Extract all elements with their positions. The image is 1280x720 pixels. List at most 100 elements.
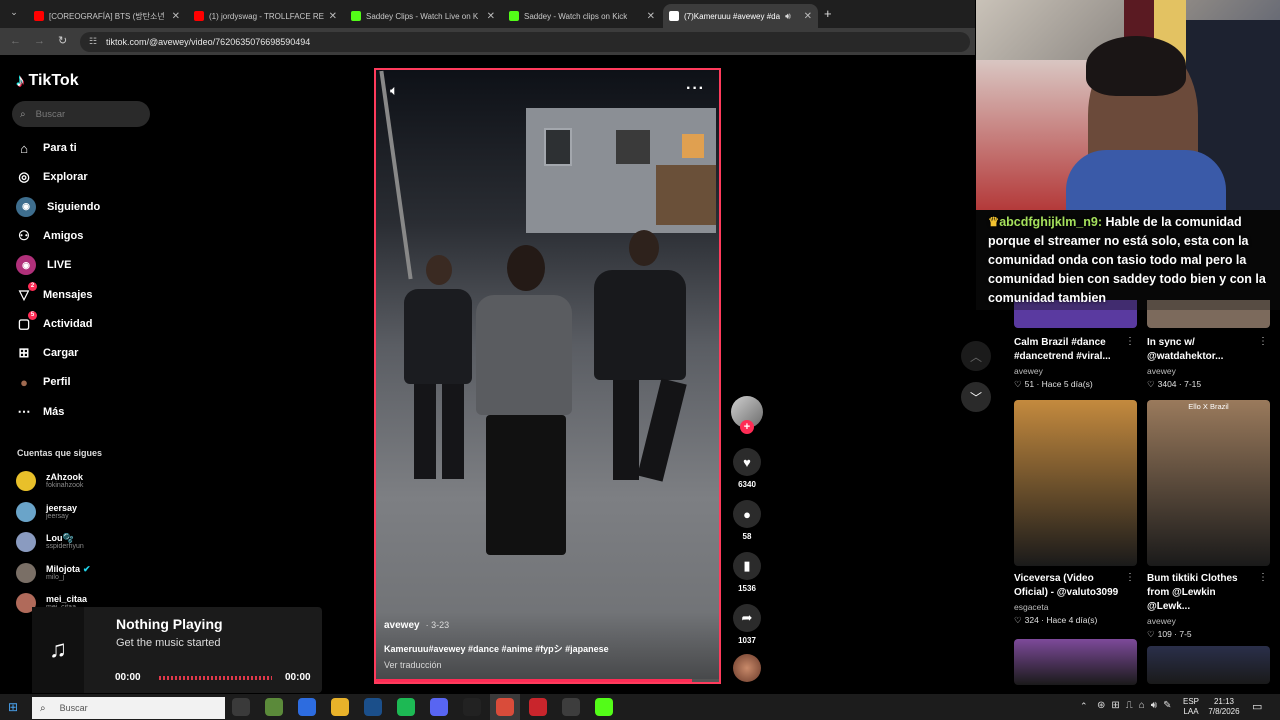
language-indicator[interactable]: ESP LAA xyxy=(1183,697,1199,717)
previous-video-button[interactable]: ︿ xyxy=(961,341,991,371)
account-name-text: mei_citaa xyxy=(46,594,88,604)
tab-audio-icon[interactable]: 🔊︎ xyxy=(785,11,791,22)
reload-icon[interactable]: ↻ xyxy=(58,34,67,47)
recommended-video[interactable]: Calm Brazil #dance #dancetrend #viral...… xyxy=(1014,330,1137,390)
video-thumbnail[interactable] xyxy=(1147,646,1270,684)
follow-plus-icon[interactable]: + xyxy=(740,420,754,434)
close-icon[interactable]: ✕ xyxy=(804,11,812,22)
like-button[interactable]: ♥ 6340 xyxy=(731,448,763,489)
video-title[interactable]: Viceversa (Video Oficial) - @valuto3099 xyxy=(1014,572,1124,600)
close-icon[interactable]: ✕ xyxy=(329,11,337,22)
chrome-active-icon[interactable] xyxy=(496,698,514,716)
video-author[interactable]: avewey xyxy=(1147,616,1270,626)
recorder-icon[interactable] xyxy=(529,698,547,716)
taskbar-search[interactable]: ⌕ Buscar xyxy=(32,697,225,719)
video-thumbnail[interactable] xyxy=(1014,400,1137,566)
video-player[interactable]: 🔈︎ ··· avewey · 3-23 Kameruuu#avewey #da… xyxy=(374,68,721,684)
recommended-video[interactable]: In sync w/ @watdahektor... ⋮ avewey ♡ 3404 ·… xyxy=(1147,330,1270,390)
files-icon[interactable] xyxy=(265,698,283,716)
video-title[interactable]: Bum tiktiki Clothes from @Lewkin @Lewk..… xyxy=(1147,572,1257,614)
close-icon[interactable]: ✕ xyxy=(647,11,655,22)
steam-icon[interactable] xyxy=(364,698,382,716)
spotify-icon[interactable] xyxy=(397,698,415,716)
chrome-icon[interactable] xyxy=(331,698,349,716)
video-author[interactable]: avewey xyxy=(384,620,420,631)
clock[interactable]: 21:13 7/8/2026 xyxy=(1205,697,1243,717)
recommended-video[interactable]: Viceversa (Video Oficial) - @valuto3099 ⋮… xyxy=(1014,400,1137,626)
nav-item-para-ti[interactable]: ⌂ Para ti xyxy=(16,137,77,159)
account-name-text: zAhzook xyxy=(46,472,83,482)
nav-item-actividad[interactable]: ▢ 5 Actividad xyxy=(16,310,93,335)
close-icon[interactable]: ✕ xyxy=(487,11,495,22)
following-account[interactable]: jeersay jeersay xyxy=(16,499,77,525)
site-info-icon[interactable]: ☷ xyxy=(89,36,97,47)
notifications-icon[interactable]: ▭ xyxy=(1252,700,1262,713)
following-account[interactable]: Milojota ✔ milo_j xyxy=(16,560,91,586)
windows-start-icon[interactable]: ⊞ xyxy=(8,700,18,714)
author-avatar-button[interactable]: + xyxy=(731,396,763,434)
comment-button[interactable]: ● 58 xyxy=(731,500,763,541)
progress-track[interactable] xyxy=(376,679,719,682)
nav-item-cargar[interactable]: ⊞ Cargar xyxy=(16,342,79,364)
recommended-video[interactable] xyxy=(1014,639,1137,685)
more-options-icon[interactable]: ··· xyxy=(686,80,705,98)
more-options-icon[interactable]: ⋮ xyxy=(1258,336,1268,347)
video-title[interactable]: In sync w/ @watdahektor... xyxy=(1147,336,1257,364)
music-progress-bar[interactable] xyxy=(159,676,272,680)
music-note-icon: ♫ xyxy=(32,607,84,693)
obs-icon[interactable] xyxy=(562,698,580,716)
video-caption[interactable]: Kameruuu#avewey #dance #anime #fypシ #jap… xyxy=(384,642,609,655)
music-title: Nothing Playing xyxy=(116,616,223,632)
back-icon[interactable]: ← xyxy=(10,35,21,47)
browser-tab[interactable]: Saddey - Watch clips on Kick ✕ xyxy=(503,4,661,28)
video-author[interactable]: avewey xyxy=(1147,366,1270,376)
tray-icons[interactable]: ⊛⊞⎍⌂🔊︎✎ xyxy=(1097,700,1177,711)
recommended-video[interactable] xyxy=(1147,646,1270,684)
tab-search-icon[interactable]: ⌄ xyxy=(6,7,22,21)
browser-tab[interactable]: [COREOGRAFÍA] BTS (방탄소년 ✕ xyxy=(28,4,186,28)
video-thumbnail[interactable]: Ello X Brazil xyxy=(1147,400,1270,566)
video-title[interactable]: Calm Brazil #dance #dancetrend #viral... xyxy=(1014,336,1124,364)
video-thumbnail[interactable] xyxy=(1014,639,1137,685)
save-button[interactable]: ▮ 1536 xyxy=(731,552,763,593)
nav-item-siguiendo[interactable]: ◉ Siguiendo xyxy=(16,196,100,218)
video-author[interactable]: esgaceta xyxy=(1014,602,1137,612)
volume-icon[interactable]: 🔈︎ xyxy=(390,82,398,99)
mail-icon[interactable] xyxy=(298,698,316,716)
following-account[interactable]: Lou🫧 sspiderhyun xyxy=(16,529,84,555)
kick-icon[interactable] xyxy=(595,698,613,716)
close-icon[interactable]: ✕ xyxy=(172,11,180,22)
address-bar[interactable]: ☷ tiktok.com/@avewey/video/7620635076698… xyxy=(80,32,970,52)
messages-icon: ▽ 2 xyxy=(16,281,37,303)
nav-item-live[interactable]: ◉ LIVE xyxy=(16,254,71,276)
recommended-video[interactable]: Ello X Brazil Bum tiktiki Clothes from @L… xyxy=(1147,400,1270,640)
following-account[interactable]: zAhzook fokinahzook xyxy=(16,468,83,494)
browser-tab[interactable]: (7)Kameruuu #avewey #da 🔊︎ ✕ xyxy=(663,4,818,28)
account-name-text: jeersay xyxy=(46,502,78,513)
more-options-icon[interactable]: ⋮ xyxy=(1125,572,1135,583)
nav-item-explorar[interactable]: ◎ Explorar xyxy=(16,166,87,188)
search-input[interactable]: ⌕ Buscar xyxy=(12,101,150,127)
nav-item-mensajes[interactable]: ▽ 2 Mensajes xyxy=(16,281,93,306)
comment-icon: ● xyxy=(733,500,761,528)
video-author[interactable]: avewey xyxy=(1014,366,1137,376)
translate-link[interactable]: Ver traducción xyxy=(384,660,442,670)
task-view-icon[interactable] xyxy=(232,698,250,716)
tab-favicon-icon xyxy=(509,11,519,21)
new-tab-icon[interactable]: + xyxy=(824,6,832,21)
capcut-icon[interactable] xyxy=(463,698,481,716)
sound-disc-icon[interactable] xyxy=(733,654,761,682)
more-options-icon[interactable]: ⋮ xyxy=(1125,336,1135,347)
next-video-button[interactable]: ﹀ xyxy=(961,382,991,412)
tiktok-logo[interactable]: ♪ TikTok xyxy=(16,71,79,91)
browser-tab[interactable]: (1) jordyswag - TROLLFACE REM ✕ xyxy=(188,4,343,28)
forward-icon[interactable]: → xyxy=(34,35,45,47)
nav-item-perfil[interactable]: ● Perfil xyxy=(16,371,70,393)
tray-chevron-icon[interactable]: ⌃ xyxy=(1080,701,1088,712)
share-button[interactable]: ➦ 1037 xyxy=(731,604,763,645)
discord-icon[interactable] xyxy=(430,698,448,716)
nav-item-más[interactable]: ⋯ Más xyxy=(16,401,65,423)
browser-tab[interactable]: Saddey Clips - Watch Live on K ✕ xyxy=(345,4,501,28)
nav-item-amigos[interactable]: ⚇ Amigos xyxy=(16,225,83,247)
more-options-icon[interactable]: ⋮ xyxy=(1258,572,1268,583)
